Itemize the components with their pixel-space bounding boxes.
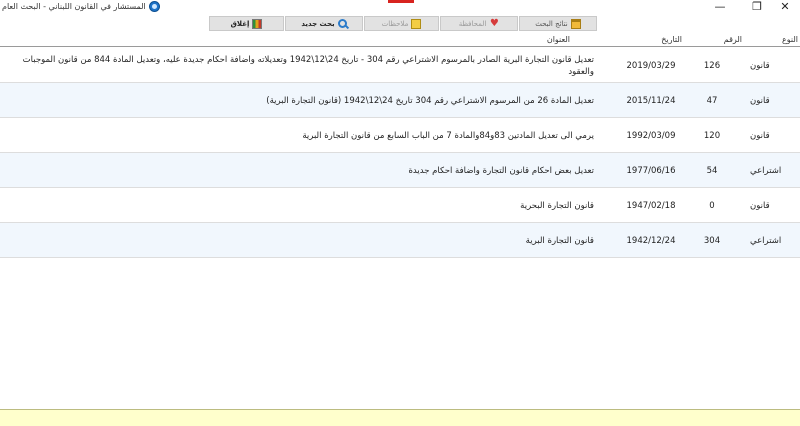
cell-date: 1942/12/24 [626,235,676,246]
save-label: المحافظة [458,19,487,28]
window-title: المستشار في القانون اللبناني - البحث الع… [2,2,146,11]
header-date[interactable]: التاريخ [612,35,682,44]
books-icon [252,18,263,29]
folder-icon [570,18,581,29]
minimize-button[interactable]: — [705,0,735,14]
results-button[interactable]: نتائج البحث [519,16,597,31]
header-type[interactable]: النوع [762,35,798,44]
table-row[interactable]: اشتراعي 304 1942/12/24 قانون التجارة الب… [0,223,800,258]
cell-title: يرمي الى تعديل المادتين 83و84والمادة 7 م… [302,130,594,141]
cell-number: 126 [703,60,721,71]
notes-label: ملاحظات [381,19,409,28]
app-globe-icon [148,1,160,12]
close-window-button[interactable]: ✕ [770,0,800,14]
cell-date: 1992/03/09 [626,130,676,141]
cell-date: 2015/11/24 [626,95,676,106]
header-title[interactable]: العنوان [470,35,570,44]
cell-title: تعديل قانون التجارة البرية الصادر بالمرس… [22,54,594,77]
accent-marker [388,0,414,3]
cell-type: اشتراعي [750,235,782,246]
cell-title: تعديل المادة 26 من المرسوم الاشتراعي رقم… [266,95,594,106]
cell-number: 47 [706,95,718,106]
new-search-button[interactable]: بحث جديد [285,16,363,31]
cell-type: قانون [750,130,770,141]
cell-number: 304 [703,235,721,246]
app-window: المستشار في القانون اللبناني - البحث الع… [0,0,800,426]
status-bar [0,409,800,426]
table-row[interactable]: قانون 0 1947/02/18 قانون التجارة البحرية [0,188,800,223]
cell-title: قانون التجارة البرية [525,235,594,246]
cell-title: تعديل بعض احكام قانون التجارة واضافة احك… [408,165,594,176]
cell-date: 1977/06/16 [626,165,676,176]
cell-date: 1947/02/18 [626,200,676,211]
title-bar: المستشار في القانون اللبناني - البحث الع… [0,0,800,14]
results-label: نتائج البحث [535,19,568,28]
table-row[interactable]: قانون 47 2015/11/24 تعديل المادة 26 من ا… [0,83,800,118]
toolbar: إغلاق بحث جديد ملاحظات ♥ المحافظة نتائج … [0,14,800,34]
close-button[interactable]: إغلاق [209,16,284,31]
cell-number: 0 [709,200,715,211]
search-icon [337,19,347,28]
cell-type: قانون [750,95,770,106]
cell-number: 54 [706,165,718,176]
cell-type: قانون [750,200,770,211]
table-row[interactable]: قانون 120 1992/03/09 يرمي الى تعديل الما… [0,118,800,153]
cell-date: 2019/03/29 [626,60,676,71]
notes-button[interactable]: ملاحظات [364,16,439,31]
table-row[interactable]: قانون 126 2019/03/29 تعديل قانون التجارة… [0,48,800,83]
save-button[interactable]: ♥ المحافظة [440,16,518,31]
close-button-label: إغلاق [230,19,250,28]
title-area: المستشار في القانون اللبناني - البحث الع… [2,1,160,12]
header-number[interactable]: الرقم [706,35,742,44]
note-icon [411,18,422,29]
cell-number: 120 [703,130,721,141]
cell-type: قانون [750,60,770,71]
heart-icon: ♥ [489,17,499,29]
table-header: النوع الرقم التاريخ العنوان [0,34,800,47]
maximize-button[interactable]: ❐ [742,0,772,14]
cell-title: قانون التجارة البحرية [520,200,594,211]
new-search-label: بحث جديد [301,19,335,28]
table-row[interactable]: اشتراعي 54 1977/06/16 تعديل بعض احكام قا… [0,153,800,188]
results-table: قانون 126 2019/03/29 تعديل قانون التجارة… [0,48,800,258]
cell-type: اشتراعي [750,165,782,176]
